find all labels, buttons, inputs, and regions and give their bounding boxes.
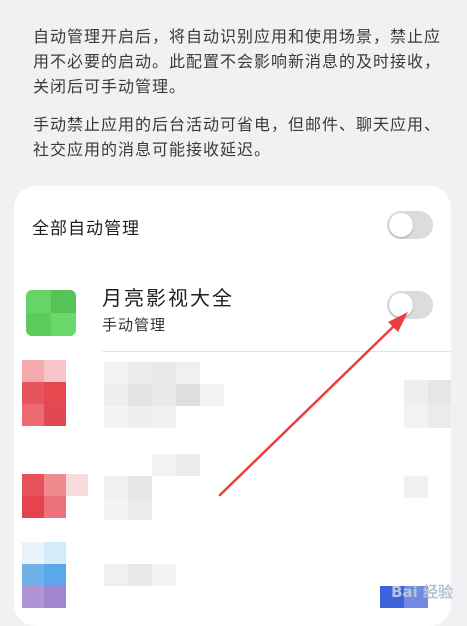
obscured-app-row bbox=[14, 540, 451, 626]
watermark: Bai 经验 bbox=[391, 583, 453, 601]
obscured-app-row bbox=[14, 448, 451, 538]
app-name: 月亮影视大全 bbox=[102, 286, 234, 310]
auto-manage-description: 自动管理开启后，将自动识别应用和使用场景，禁止应用不必要的启动。此配置不会影响新… bbox=[33, 27, 442, 96]
toggle-knob bbox=[389, 213, 413, 237]
app-toggle[interactable] bbox=[387, 291, 433, 319]
toggle-knob bbox=[389, 293, 413, 317]
divider bbox=[102, 351, 451, 352]
app-row-moon-video[interactable]: 月亮影视大全 手动管理 bbox=[14, 266, 451, 352]
app-management-mode: 手动管理 bbox=[102, 316, 167, 334]
manage-all-label: 全部自动管理 bbox=[32, 219, 140, 239]
app-icon bbox=[26, 290, 76, 336]
manual-manage-description: 手动禁止应用的后台活动可省电，但邮件、聊天应用、社交应用的消息可能接收延迟。 bbox=[33, 115, 442, 159]
manage-all-toggle[interactable] bbox=[387, 211, 433, 239]
app-launch-settings-card: 全部自动管理 月亮影视大全 手动管理 bbox=[14, 186, 451, 626]
obscured-app-row bbox=[14, 356, 451, 446]
manage-all-row: 全部自动管理 bbox=[14, 186, 451, 266]
